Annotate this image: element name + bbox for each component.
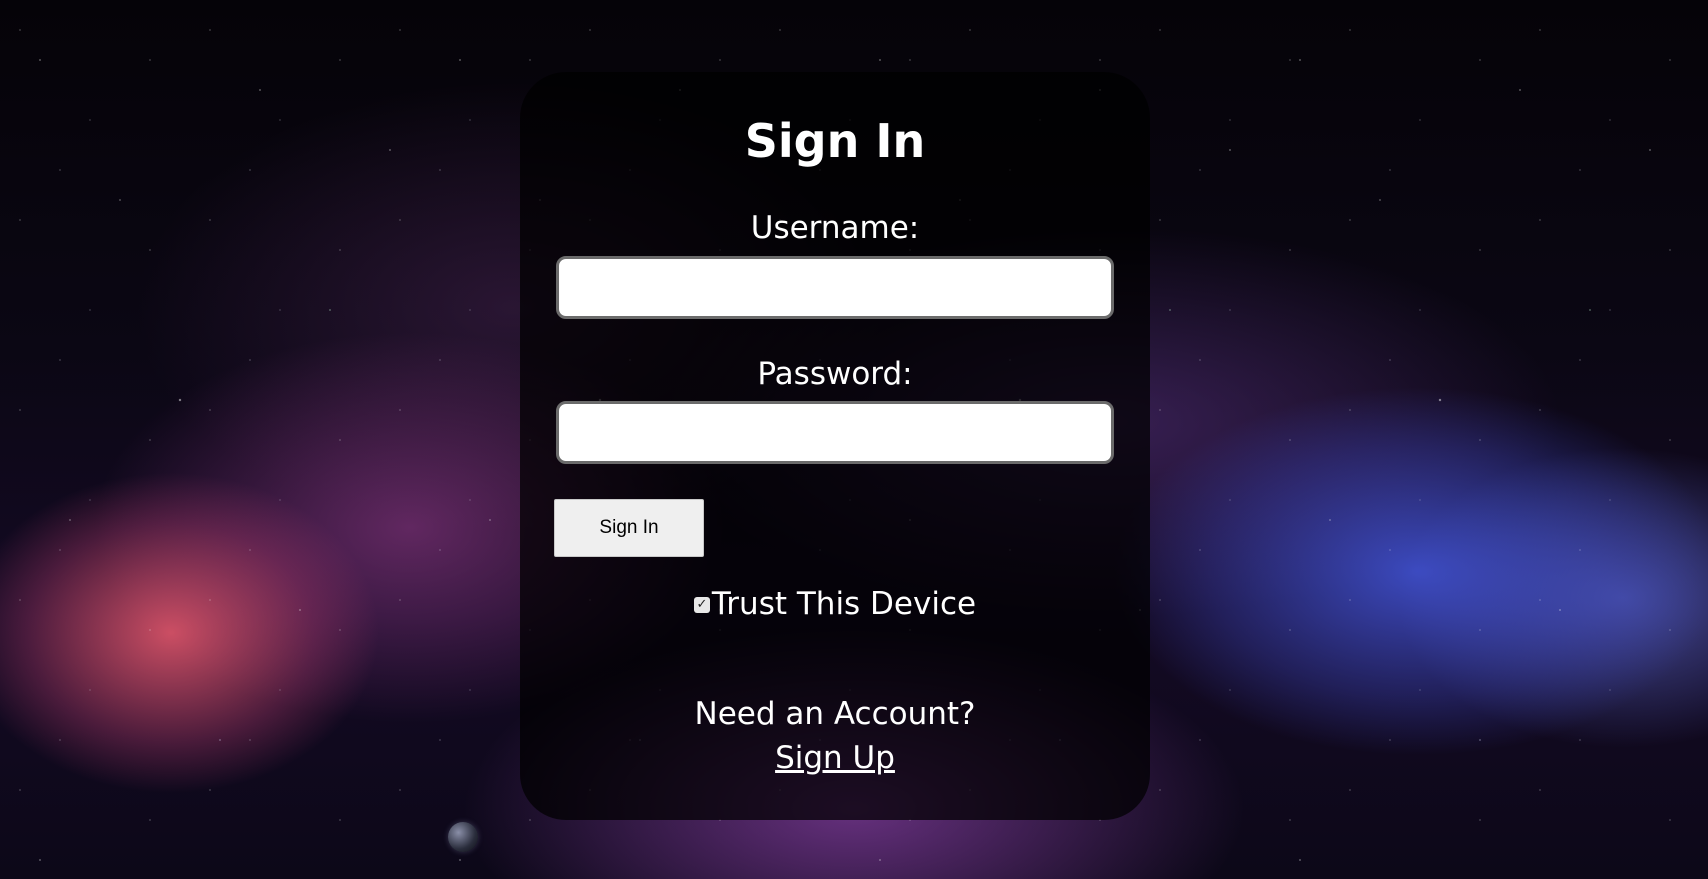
trust-device-checkbox[interactable]: ✓	[693, 596, 710, 613]
sign-up-link[interactable]: Sign Up	[775, 740, 895, 776]
trust-device-label[interactable]: Trust This Device	[712, 586, 976, 623]
need-account-text: Need an Account?	[694, 696, 976, 732]
password-label: Password:	[757, 356, 913, 392]
trust-device-row: ✓ Trust This Device	[520, 586, 1150, 623]
signup-container: Sign Up	[520, 740, 1150, 777]
password-input[interactable]	[556, 401, 1114, 464]
username-input[interactable]	[556, 256, 1114, 319]
username-label: Username:	[750, 210, 920, 246]
page-title: Sign In	[744, 114, 926, 168]
planet-decoration	[448, 822, 478, 852]
sign-in-button[interactable]: Sign In	[554, 499, 704, 557]
sign-in-card: Sign In Username: Password: Sign In ✓ Tr…	[520, 72, 1150, 820]
